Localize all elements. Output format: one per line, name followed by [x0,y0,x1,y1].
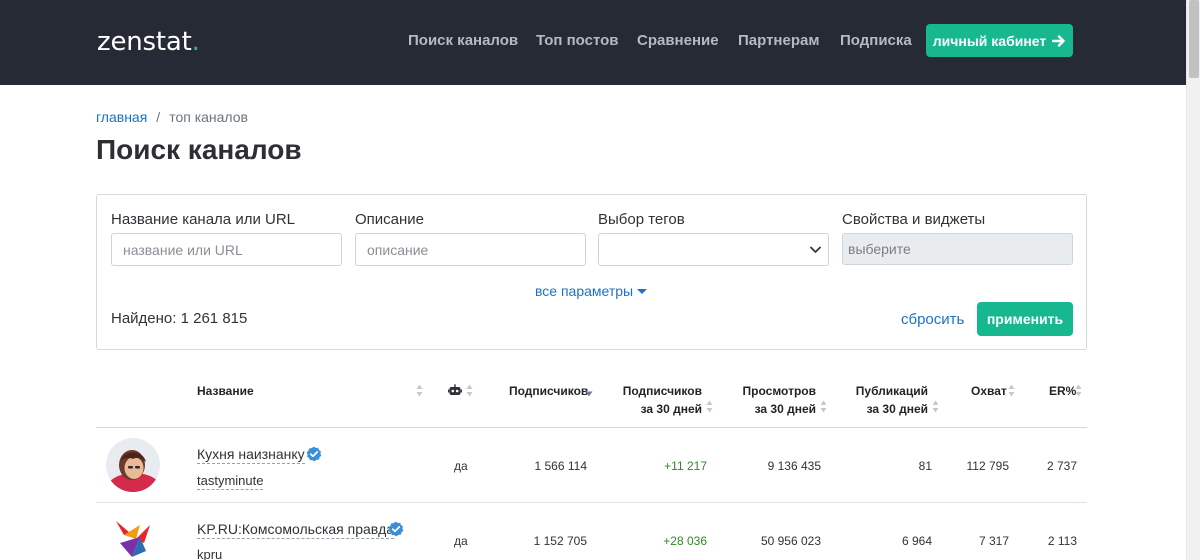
column-header-views-30d-line1: Просмотров [742,384,816,398]
nav-item-compare[interactable]: Сравнение [637,32,719,49]
sort-icon[interactable] [820,400,827,413]
caret-down-icon [637,289,648,294]
posts-30d-cell: 6 964 [901,534,932,548]
tags-label: Выбор тегов [598,211,685,228]
sort-icon[interactable] [1008,384,1015,397]
er-cell: 2 113 [1047,534,1077,548]
column-header-posts-30d[interactable]: Публикаций за 30 дней [856,382,928,418]
column-header-views-30d-line2: за 30 дней [754,402,816,416]
page-title: Поиск каналов [96,134,302,165]
reach-cell: 112 795 [966,459,1010,473]
column-header-subs-30d-line1: Подписчиков [622,384,702,398]
bot-cell: да [454,459,468,473]
channel-name-link[interactable]: Кухня наизнанку [197,446,305,464]
verified-badge-icon [306,446,322,462]
column-header-subscribers[interactable]: Подписчиков [509,382,588,400]
column-header-reach[interactable]: Охват [971,382,1007,400]
nav-item-top-posts[interactable]: Топ постов [536,32,619,49]
all-params-toggle[interactable]: все параметры [535,283,648,299]
subs-30d-cell: +28 036 [663,534,707,548]
subs-30d-cell: +11 217 [664,459,707,473]
robot-icon [448,384,462,395]
nav-item-search-channels[interactable]: Поиск каналов [408,32,518,49]
personal-cabinet-label: личный кабинет [932,32,1047,49]
sort-icon[interactable] [932,400,939,413]
subscribers-cell: 1 566 114 [534,459,588,473]
top-header: zenstat. Поиск каналов Топ постов Сравне… [0,0,1186,85]
all-params-label: все параметры [535,283,634,299]
channel-name-label: Название канала или URL [111,211,296,228]
properties-select[interactable]: выберите [842,233,1073,265]
filter-panel: Название канала или URL название или URL… [96,194,1087,350]
sort-icon[interactable] [466,384,473,397]
nav-item-subscription[interactable]: Подписка [840,32,912,49]
found-count: Найдено: 1 261 815 [111,310,248,327]
sort-desc-icon[interactable] [585,391,593,397]
personal-cabinet-button[interactable]: личный кабинет [926,24,1073,57]
verified-badge-icon [388,521,404,537]
scrollbar-thumb[interactable] [1189,0,1199,78]
channel-name-input[interactable]: название или URL [111,233,342,266]
table-header-divider [96,427,1087,428]
breadcrumb-home-link[interactable]: главная [96,109,147,125]
breadcrumb-current: топ каналов [169,109,248,125]
column-header-posts-30d-line2: за 30 дней [866,402,928,416]
avatar[interactable] [106,513,160,560]
apply-button[interactable]: применить [977,302,1073,336]
column-header-subs-30d[interactable]: Подписчиков за 30 дней [623,382,702,418]
page-scrollbar[interactable] [1186,0,1200,560]
description-label: Описание [355,211,425,228]
breadcrumb-separator: / [156,109,161,125]
column-header-views-30d[interactable]: Просмотров за 30 дней [743,382,816,418]
channel-handle-link[interactable]: kpru [197,547,222,560]
arrow-right-icon [1052,34,1065,47]
column-header-posts-30d-line1: Публикаций [855,384,928,398]
properties-label: Свойства и виджеты [842,211,986,228]
column-header-name[interactable]: Название [197,382,254,400]
reset-link[interactable]: сбросить [901,311,964,328]
subscribers-cell: 1 152 705 [533,534,587,548]
chevron-down-icon [810,246,821,253]
posts-30d-cell: 81 [918,459,932,473]
kp-bird-logo-icon [116,521,150,557]
breadcrumb: главная / топ каналов [96,109,248,125]
sort-icon[interactable] [416,384,423,397]
description-input[interactable]: описание [355,233,586,266]
channel-handle-link[interactable]: tastyminute [197,473,264,490]
channel-name-link[interactable]: KP.RU:Комсомольская правда [197,521,395,539]
column-header-er[interactable]: ER% [1049,382,1076,400]
views-30d-cell: 9 136 435 [767,459,821,473]
column-header-subs-30d-line2: за 30 дней [640,402,702,416]
avatar[interactable] [106,438,160,492]
sort-icon[interactable] [1075,384,1082,397]
bot-cell: да [454,534,468,548]
er-cell: 2 737 [1046,459,1077,473]
views-30d-cell: 50 956 023 [760,534,821,548]
tags-select[interactable] [598,233,829,266]
row-divider [96,502,1087,503]
reach-cell: 7 317 [978,534,1009,548]
sort-icon[interactable] [706,400,713,413]
channel-avatar-image [106,438,160,492]
nav-item-partners[interactable]: Партнерам [738,32,819,49]
